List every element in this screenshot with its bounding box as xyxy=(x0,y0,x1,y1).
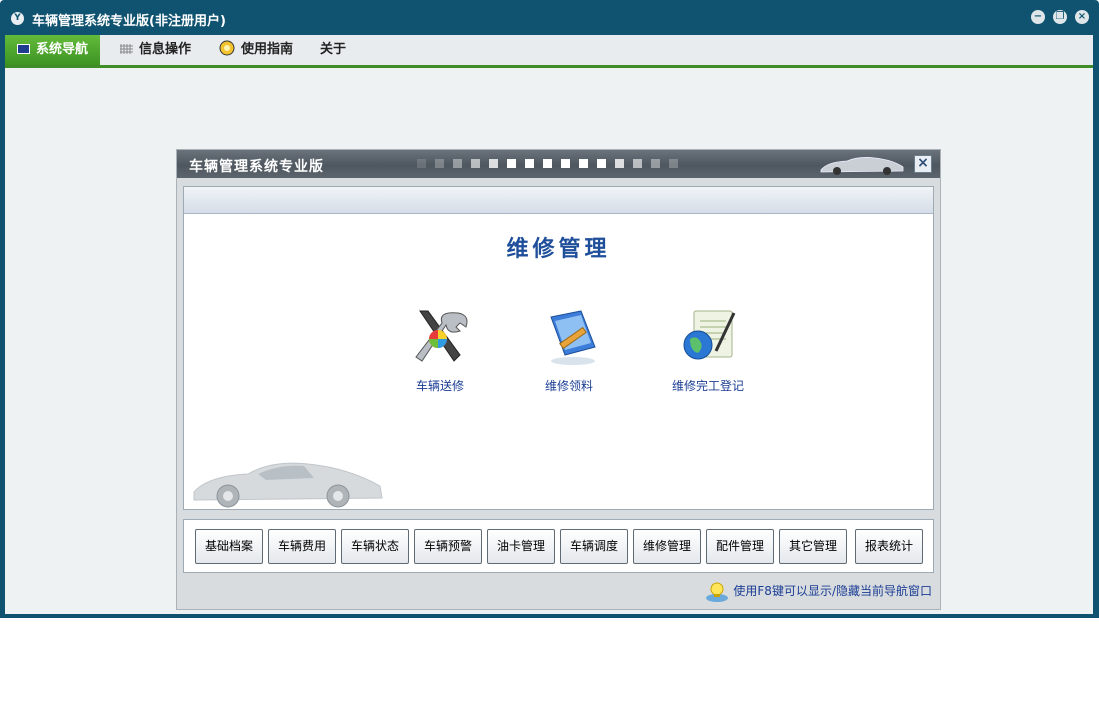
materials-icon xyxy=(550,310,596,365)
navigation-window-title: 车辆管理系统专业版 xyxy=(189,159,324,175)
close-icon[interactable]: × xyxy=(1075,10,1089,24)
menu-system-navigation[interactable]: 系统导航 xyxy=(5,35,101,65)
monitor-icon xyxy=(17,36,30,54)
section-title: 维修管理 xyxy=(506,237,611,262)
function-vehicle-repair[interactable]: 车辆送修 xyxy=(380,305,500,394)
module-parts-management-button[interactable]: 配件管理 xyxy=(706,529,774,564)
menu-info-operation[interactable]: 信息操作 xyxy=(120,35,191,65)
tools-icon xyxy=(415,310,468,362)
grid-icon xyxy=(120,36,133,54)
module-repair-management-button[interactable]: 维修管理 xyxy=(633,529,701,564)
f8-tip: 使用F8键可以显示/隐藏当前导航窗口 xyxy=(705,579,932,603)
module-report-statistics-button[interactable]: 报表统计 xyxy=(855,529,923,564)
menu-user-guide[interactable]: 使用指南 xyxy=(219,35,293,65)
tip-text: 使用F8键可以显示/隐藏当前导航窗口 xyxy=(733,584,932,598)
restore-icon[interactable]: ❐ xyxy=(1053,10,1067,24)
function-label: 维修完工登记 xyxy=(671,379,744,393)
function-completion-register[interactable]: 维修完工登记 xyxy=(648,305,768,394)
navigation-window-header: 车辆管理系统专业版 × xyxy=(177,150,940,178)
car-header-icon xyxy=(820,157,904,175)
title-bar: Y 车辆管理系统专业版(非注册用户) − ❐ × xyxy=(0,0,1099,35)
menu-bar: 系统导航 信息操作 使用指南 关于 xyxy=(5,35,1093,68)
panel-header-strip xyxy=(184,187,933,214)
function-label: 维修领料 xyxy=(544,379,593,393)
navigation-window: 车辆管理系统专业版 × 维修管理 车辆送修 维修领料 维修完工登记 基础档案 车… xyxy=(176,149,941,610)
minimize-icon[interactable]: − xyxy=(1031,10,1045,24)
car-watermark-icon xyxy=(193,462,383,508)
module-button-bar: 基础档案 车辆费用 车辆状态 车辆预警 油卡管理 车辆调度 维修管理 配件管理 … xyxy=(183,519,934,573)
module-fuel-card-button[interactable]: 油卡管理 xyxy=(487,529,555,564)
function-label: 车辆送修 xyxy=(415,379,464,393)
module-vehicle-dispatch-button[interactable]: 车辆调度 xyxy=(560,529,628,564)
module-basic-archive-button[interactable]: 基础档案 xyxy=(195,529,263,564)
module-vehicle-status-button[interactable]: 车辆状态 xyxy=(341,529,409,564)
navigation-close-icon[interactable]: × xyxy=(914,155,932,173)
module-vehicle-cost-button[interactable]: 车辆费用 xyxy=(268,529,336,564)
window-title: 车辆管理系统专业版(非注册用户) xyxy=(32,14,226,29)
completion-register-icon xyxy=(683,310,736,360)
menu-about[interactable]: 关于 xyxy=(320,35,346,65)
decorative-dots xyxy=(417,159,877,169)
function-panel: 维修管理 车辆送修 维修领料 维修完工登记 xyxy=(183,186,934,510)
function-repair-materials[interactable]: 维修领料 xyxy=(509,305,629,394)
guide-icon xyxy=(219,38,235,56)
module-vehicle-warning-button[interactable]: 车辆预警 xyxy=(414,529,482,564)
module-other-management-button[interactable]: 其它管理 xyxy=(779,529,847,564)
lightbulb-icon xyxy=(706,582,729,602)
app-logo-icon: Y xyxy=(11,12,24,25)
app-window: Y 车辆管理系统专业版(非注册用户) − ❐ × 系统导航 信息操作 使用指南 … xyxy=(0,0,1099,618)
